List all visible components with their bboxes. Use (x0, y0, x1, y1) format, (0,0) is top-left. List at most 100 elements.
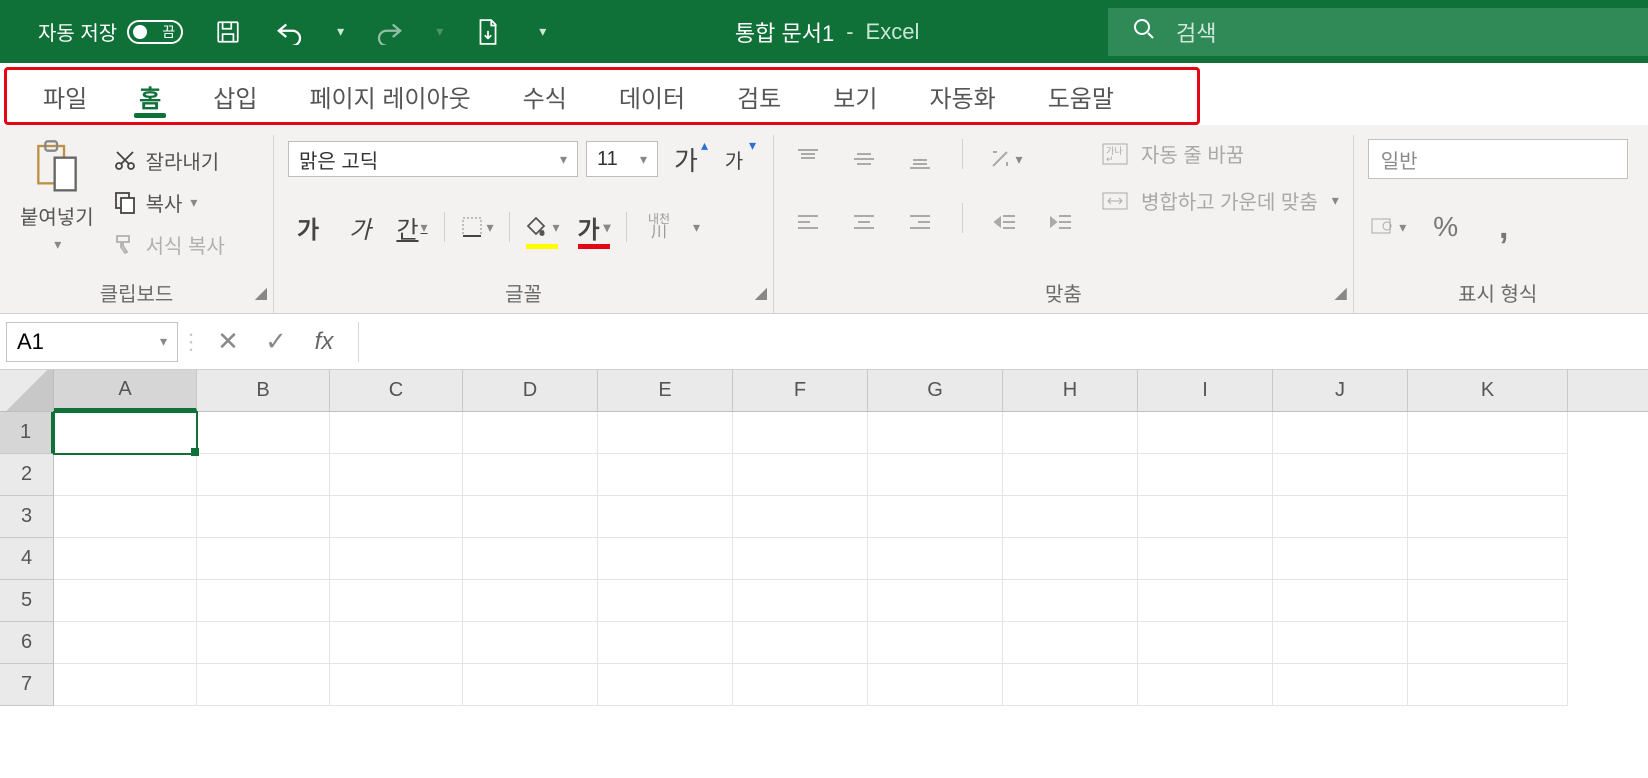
row-header[interactable]: 2 (0, 454, 54, 496)
tab-3[interactable]: 페이지 레이아웃 (283, 70, 496, 122)
cell[interactable] (1138, 622, 1273, 664)
column-header[interactable]: G (868, 370, 1003, 411)
cell[interactable] (330, 496, 463, 538)
decrease-indent-button[interactable] (985, 203, 1025, 243)
column-header[interactable]: A (54, 370, 197, 411)
column-header[interactable]: J (1273, 370, 1408, 411)
enter-button[interactable]: ✓ (252, 322, 300, 362)
cell[interactable] (868, 496, 1003, 538)
row-header[interactable]: 4 (0, 538, 54, 580)
align-center-button[interactable] (844, 203, 884, 243)
cell[interactable] (1273, 622, 1408, 664)
column-header[interactable]: C (330, 370, 463, 411)
cell[interactable] (598, 538, 733, 580)
cell[interactable] (1273, 496, 1408, 538)
row-header[interactable]: 5 (0, 580, 54, 622)
search-box[interactable]: 검색 (1108, 8, 1648, 56)
redo-button[interactable] (372, 15, 406, 49)
cell[interactable] (1003, 412, 1138, 454)
cell[interactable] (463, 496, 598, 538)
cell[interactable] (1003, 496, 1138, 538)
row-header[interactable]: 3 (0, 496, 54, 538)
cell[interactable] (598, 580, 733, 622)
undo-button[interactable] (273, 15, 307, 49)
bold-button[interactable]: 가 (288, 207, 328, 247)
column-header[interactable]: B (197, 370, 330, 411)
cell[interactable] (197, 496, 330, 538)
cell[interactable] (330, 664, 463, 706)
column-header[interactable]: H (1003, 370, 1138, 411)
orientation-button[interactable]: ▾ (985, 139, 1025, 179)
cell[interactable] (54, 580, 197, 622)
cell[interactable] (598, 664, 733, 706)
align-right-button[interactable] (900, 203, 940, 243)
cell[interactable] (330, 622, 463, 664)
cell[interactable] (733, 454, 868, 496)
cell[interactable] (1003, 538, 1138, 580)
merge-center-button[interactable]: 병합하고 가운데 맞춤 ▾ (1101, 186, 1339, 215)
fill-color-button[interactable]: ▾ (522, 207, 562, 247)
cell[interactable] (330, 454, 463, 496)
align-middle-button[interactable] (844, 139, 884, 179)
save-button[interactable] (211, 15, 245, 49)
cell[interactable] (197, 454, 330, 496)
increase-indent-button[interactable] (1041, 203, 1081, 243)
cell[interactable] (54, 538, 197, 580)
cell[interactable] (197, 622, 330, 664)
cell[interactable] (1408, 412, 1568, 454)
tab-1[interactable]: 홈 (113, 70, 187, 122)
format-painter-button[interactable]: 서식 복사 (110, 227, 225, 261)
alignment-launcher[interactable]: ◢ (1334, 283, 1346, 303)
cell[interactable] (1408, 454, 1568, 496)
cell[interactable] (1273, 664, 1408, 706)
column-header[interactable]: D (463, 370, 598, 411)
cell[interactable] (868, 622, 1003, 664)
undo-dropdown[interactable]: ▾ (337, 23, 344, 40)
cell[interactable] (463, 412, 598, 454)
cell[interactable] (598, 412, 733, 454)
tab-0[interactable]: 파일 (17, 70, 113, 122)
cell[interactable] (1138, 538, 1273, 580)
cell[interactable] (197, 412, 330, 454)
cell[interactable] (197, 538, 330, 580)
cell[interactable] (733, 496, 868, 538)
cell[interactable] (1408, 580, 1568, 622)
cell[interactable] (1138, 664, 1273, 706)
autosave-toggle[interactable]: 끔 (127, 20, 183, 44)
tab-9[interactable]: 도움말 (1022, 70, 1140, 122)
copy-button[interactable]: 복사 ▾ (110, 185, 225, 219)
align-left-button[interactable] (788, 203, 828, 243)
row-header[interactable]: 7 (0, 664, 54, 706)
row-header[interactable]: 1 (0, 412, 54, 454)
number-format-select[interactable]: 일반 (1368, 139, 1628, 179)
cell[interactable] (868, 454, 1003, 496)
decrease-font-button[interactable]: 가 ▾ (714, 139, 754, 179)
font-name-select[interactable]: 맑은 고딕▾ (288, 141, 578, 177)
cell[interactable] (54, 664, 197, 706)
cell[interactable] (1408, 496, 1568, 538)
cut-button[interactable]: 잘라내기 (110, 143, 225, 177)
cell[interactable] (733, 412, 868, 454)
cell[interactable] (733, 664, 868, 706)
formula-input[interactable] (358, 322, 1648, 362)
borders-button[interactable]: ▾ (457, 207, 497, 247)
cell[interactable] (463, 664, 598, 706)
tab-5[interactable]: 데이터 (593, 70, 711, 122)
cell[interactable] (868, 664, 1003, 706)
cell[interactable] (1138, 454, 1273, 496)
row-header[interactable]: 6 (0, 622, 54, 664)
cell[interactable] (1408, 538, 1568, 580)
italic-button[interactable]: 가 (340, 207, 380, 247)
cell[interactable] (197, 664, 330, 706)
tab-6[interactable]: 검토 (711, 70, 807, 122)
font-launcher[interactable]: ◢ (755, 283, 767, 303)
cell[interactable] (463, 580, 598, 622)
accounting-button[interactable]: ▾ (1368, 207, 1408, 247)
cell[interactable] (733, 580, 868, 622)
font-color-button[interactable]: 가▾ (574, 207, 614, 247)
cell[interactable] (1408, 622, 1568, 664)
cell[interactable] (1003, 580, 1138, 622)
cell[interactable] (330, 580, 463, 622)
tab-4[interactable]: 수식 (497, 70, 593, 122)
cell[interactable] (463, 454, 598, 496)
